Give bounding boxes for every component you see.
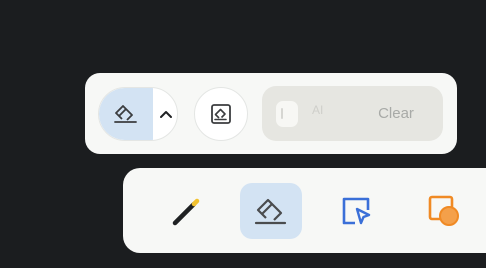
canvas-area[interactable]: AI Clear <box>0 0 486 268</box>
clear-label: Clear <box>378 105 414 122</box>
toggle-thumb-mark <box>281 108 283 119</box>
clear-toggle[interactable]: AI Clear <box>262 86 443 141</box>
eraser-options-popup: AI Clear <box>85 73 457 154</box>
drawing-toolbar <box>123 168 486 253</box>
shapes-tool-button[interactable] <box>413 183 475 239</box>
selection-icon <box>339 194 373 228</box>
area-eraser-icon <box>209 102 233 126</box>
pen-tool-button[interactable] <box>155 183 217 239</box>
eraser-icon <box>253 195 289 227</box>
shapes-icon <box>426 193 462 229</box>
pen-icon <box>169 194 203 228</box>
chevron-up-icon <box>159 109 173 119</box>
toggle-thumb[interactable] <box>276 101 298 127</box>
selection-tool-button[interactable] <box>325 183 387 239</box>
eraser-icon <box>113 103 139 125</box>
toggle-dim-label: AI <box>312 103 324 117</box>
area-eraser-button[interactable] <box>194 87 248 141</box>
eraser-mode-current-button[interactable] <box>99 88 153 140</box>
eraser-mode-dropdown-toggle[interactable] <box>153 88 177 140</box>
eraser-tool-button[interactable] <box>240 183 302 239</box>
eraser-mode-selector[interactable] <box>98 87 178 141</box>
